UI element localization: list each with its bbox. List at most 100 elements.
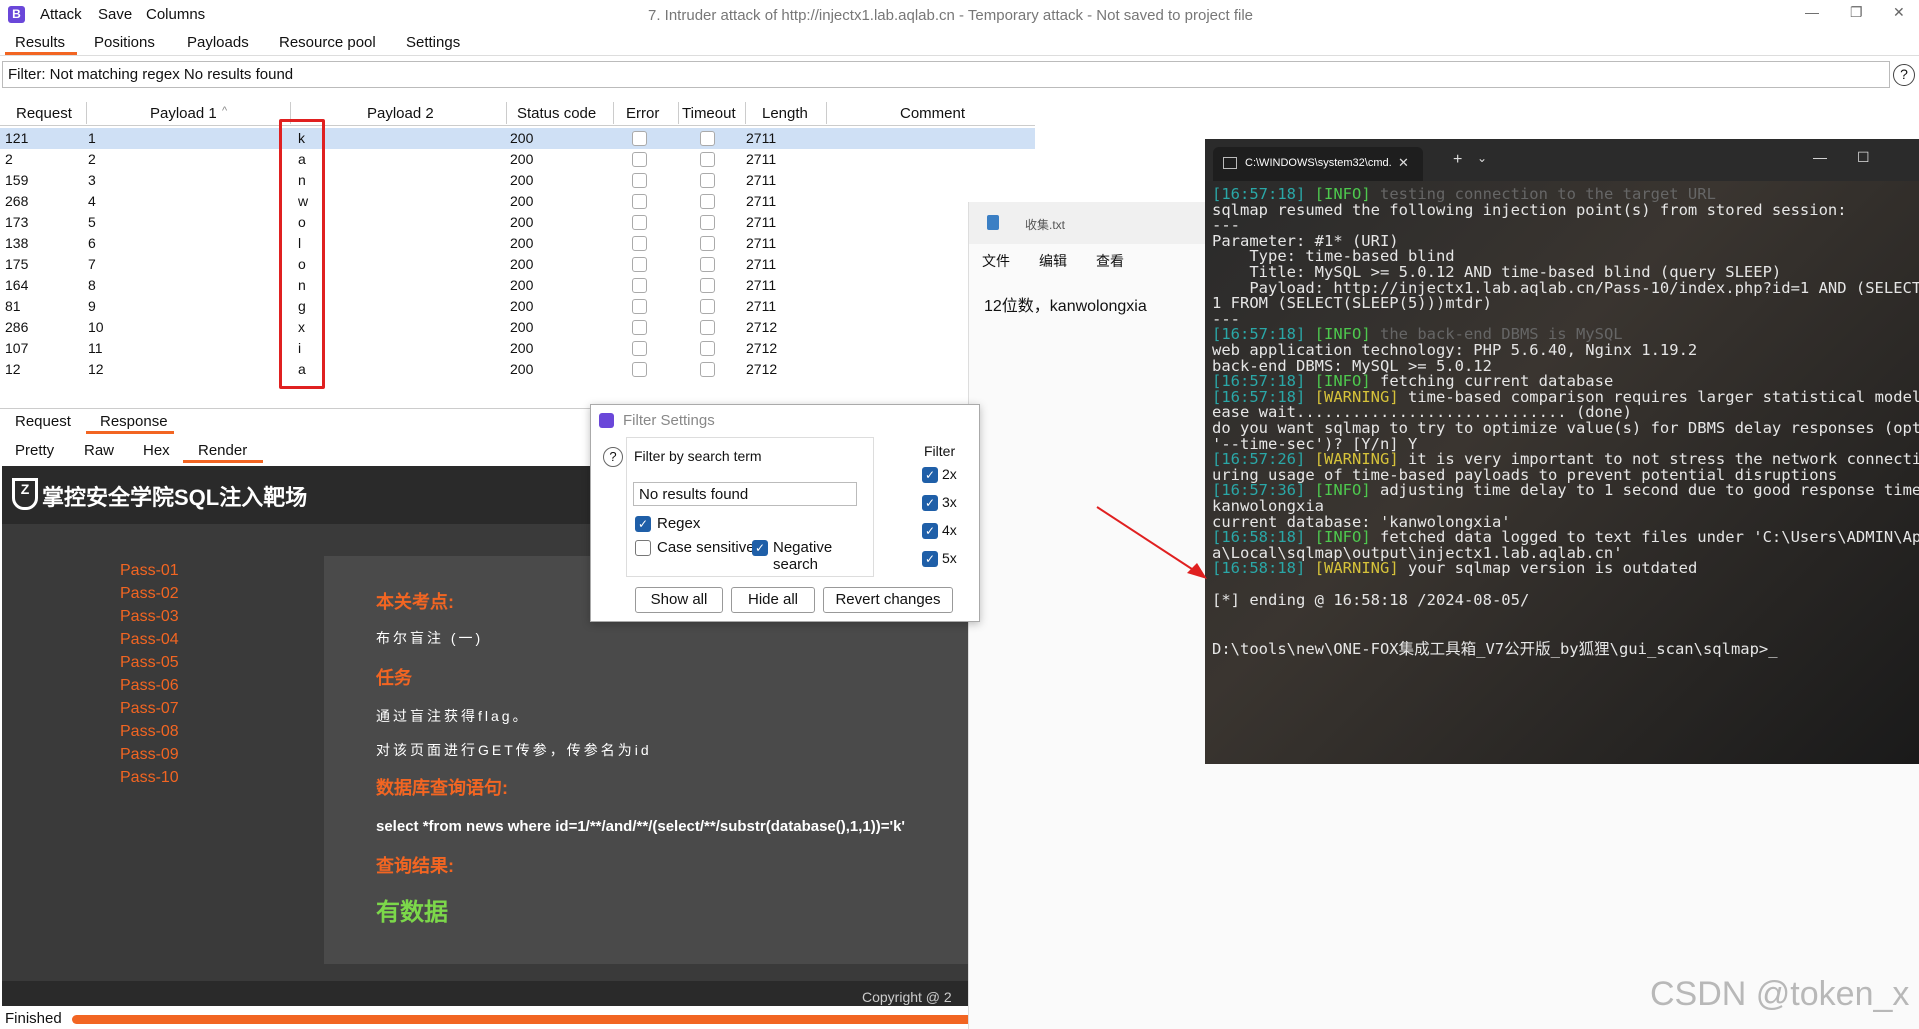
table-row[interactable]: 81 9 g 200 2711 [0, 296, 1035, 317]
notepad-tab[interactable]: 收集.txt [969, 202, 1209, 244]
table-row[interactable]: 268 4 w 200 2711 [0, 191, 1035, 212]
table-row[interactable]: 173 5 o 200 2711 [0, 212, 1035, 233]
notepad-content[interactable]: 12位数，kanwolongxia [984, 292, 1147, 316]
table-row[interactable]: 107 11 i 200 2712 [0, 338, 1035, 359]
col-payload1[interactable]: Payload 1 [150, 105, 217, 122]
tab-hex[interactable]: Hex [143, 442, 170, 459]
cell-payload1: 9 [88, 298, 96, 314]
hide-all-button[interactable]: Hide all [731, 587, 815, 613]
col-request[interactable]: Request [16, 105, 72, 122]
burp-logo-icon [599, 413, 614, 428]
cmd-tab[interactable]: C:\WINDOWS\system32\cmd. ✕ [1213, 147, 1423, 181]
progress-bar [72, 1015, 972, 1024]
pass-link[interactable]: Pass-03 [120, 608, 179, 626]
cell-request: 164 [5, 277, 29, 293]
col-comment[interactable]: Comment [900, 105, 965, 122]
minimize-icon[interactable]: — [1813, 149, 1827, 165]
tab-payloads[interactable]: Payloads [187, 34, 249, 51]
cell-length: 2711 [746, 172, 777, 188]
notepad-menu-edit[interactable]: 编辑 [1039, 251, 1067, 271]
notepad-menu-view[interactable]: 查看 [1096, 251, 1124, 271]
cell-status: 200 [510, 298, 534, 314]
new-tab-icon[interactable]: + [1453, 151, 1462, 169]
menu-attack[interactable]: Attack [40, 6, 82, 23]
timeout-checkbox [700, 362, 715, 377]
status-5xx-label: 5x [942, 550, 957, 566]
col-payload2[interactable]: Payload 2 [367, 105, 434, 122]
filter-bar[interactable]: Filter: Not matching regex No results fo… [2, 61, 1890, 88]
cmd-level: [WARNING] [1305, 559, 1399, 578]
menu-save[interactable]: Save [98, 6, 132, 23]
col-error[interactable]: Error [626, 105, 659, 122]
revert-changes-button[interactable]: Revert changes [823, 587, 953, 613]
error-checkbox [632, 257, 647, 272]
tab-positions[interactable]: Positions [94, 34, 155, 51]
case-sensitive-checkbox[interactable] [635, 540, 651, 556]
section-title: 查询结果: [376, 856, 454, 876]
cell-payload1: 10 [88, 319, 104, 335]
query-result: 有数据 [376, 899, 448, 926]
cell-length: 2711 [746, 298, 777, 314]
red-arrow-annotation [1096, 506, 1207, 579]
status-3xx-checkbox[interactable]: ✓ [922, 495, 938, 511]
results-table-body: 121 1 k 200 2711 2 2 a 200 2711 159 3 n … [0, 128, 1035, 380]
show-all-button[interactable]: Show all [635, 587, 723, 613]
table-row[interactable]: 2 2 a 200 2711 [0, 149, 1035, 170]
pass-link[interactable]: Pass-05 [120, 654, 179, 672]
pass-link[interactable]: Pass-02 [120, 585, 179, 603]
help-icon[interactable]: ? [1893, 64, 1915, 86]
table-row[interactable]: 121 1 k 200 2711 [0, 128, 1035, 149]
restore-icon[interactable]: ❐ [1850, 4, 1863, 21]
cmd-output[interactable]: [16:57:18] [INFO] testing connection to … [1205, 181, 1919, 764]
maximize-icon[interactable]: ☐ [1857, 149, 1870, 166]
pass-link[interactable]: Pass-01 [120, 562, 179, 580]
table-row[interactable]: 138 6 l 200 2711 [0, 233, 1035, 254]
regex-checkbox[interactable]: ✓ [635, 516, 651, 532]
pass-link[interactable]: Pass-08 [120, 723, 179, 741]
minimize-icon[interactable]: — [1805, 4, 1819, 20]
notepad-menu-file[interactable]: 文件 [982, 251, 1010, 271]
cell-request: 173 [5, 214, 29, 230]
pass-link[interactable]: Pass-06 [120, 677, 179, 695]
timeout-checkbox [700, 341, 715, 356]
pass-link[interactable]: Pass-10 [120, 769, 179, 787]
table-row[interactable]: 12 12 a 200 2712 [0, 359, 1035, 380]
cell-status: 200 [510, 214, 534, 230]
help-icon[interactable]: ? [603, 447, 623, 467]
table-row[interactable]: 286 10 x 200 2712 [0, 317, 1035, 338]
status-2xx-checkbox[interactable]: ✓ [922, 467, 938, 483]
tab-response[interactable]: Response [100, 413, 168, 430]
search-input[interactable]: No results found [633, 482, 857, 506]
status-4xx-checkbox[interactable]: ✓ [922, 523, 938, 539]
tab-results[interactable]: Results [15, 34, 65, 51]
col-length[interactable]: Length [762, 105, 808, 122]
tab-settings[interactable]: Settings [406, 34, 460, 51]
cmd-tab-title: C:\WINDOWS\system32\cmd. [1245, 157, 1392, 169]
table-row[interactable]: 159 3 n 200 2711 [0, 170, 1035, 191]
pass-link[interactable]: Pass-07 [120, 700, 179, 718]
close-tab-icon[interactable]: ✕ [1398, 155, 1409, 171]
tab-resource-pool[interactable]: Resource pool [279, 34, 376, 51]
pass-link[interactable]: Pass-09 [120, 746, 179, 764]
cell-request: 175 [5, 256, 29, 272]
status-5xx-checkbox[interactable]: ✓ [922, 551, 938, 567]
pass-link[interactable]: Pass-04 [120, 631, 179, 649]
tab-request[interactable]: Request [15, 413, 71, 430]
cmd-titlebar: C:\WINDOWS\system32\cmd. ✕ + ⌄ — ☐ [1205, 139, 1919, 181]
sort-asc-icon: ^ [222, 105, 228, 117]
table-row[interactable]: 164 8 n 200 2711 [0, 275, 1035, 296]
negative-search-checkbox[interactable]: ✓ [752, 540, 768, 556]
col-status-code[interactable]: Status code [517, 105, 596, 122]
table-row[interactable]: 175 7 o 200 2711 [0, 254, 1035, 275]
status-3xx-label: 3x [942, 494, 957, 510]
tab-render[interactable]: Render [198, 442, 247, 459]
chevron-down-icon[interactable]: ⌄ [1477, 151, 1487, 165]
timeout-checkbox [700, 320, 715, 335]
menu-columns[interactable]: Columns [146, 6, 205, 23]
error-checkbox [632, 152, 647, 167]
col-timeout[interactable]: Timeout [682, 105, 736, 122]
cell-length: 2712 [746, 319, 778, 335]
tab-pretty[interactable]: Pretty [15, 442, 54, 459]
close-icon[interactable]: ✕ [1893, 4, 1905, 21]
tab-raw[interactable]: Raw [84, 442, 114, 459]
